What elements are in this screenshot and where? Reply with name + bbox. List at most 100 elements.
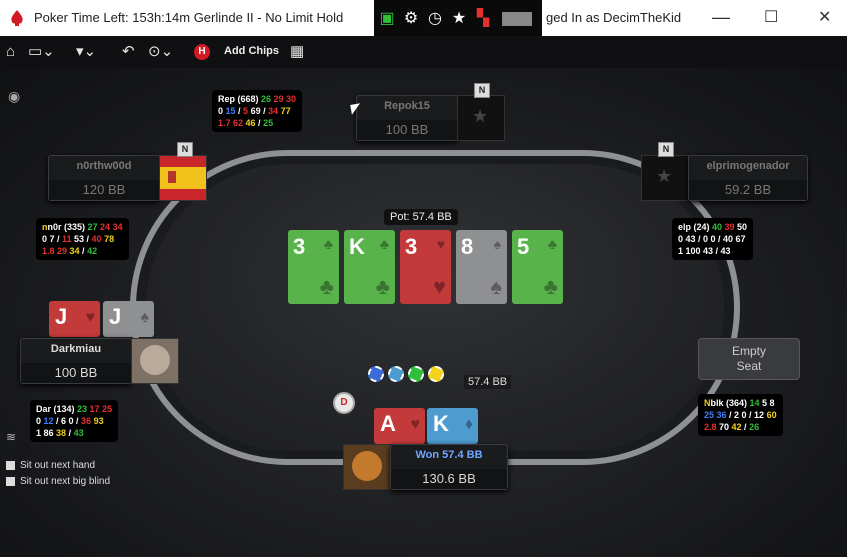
hud-stat: 1 86 — [36, 428, 57, 438]
hud-top[interactable]: Rep (668) 26 29 30 0 15 / 5 69 / 34 77 1… — [212, 90, 303, 132]
hud-stat: 27 — [87, 222, 101, 232]
lock-icon[interactable]: ▣ — [378, 10, 396, 28]
note-badge[interactable]: N — [658, 142, 674, 157]
maximize-button[interactable]: ☐ — [764, 7, 778, 27]
collapse-icon[interactable]: ≋ — [6, 430, 16, 444]
board-card: 8 ♠ ♠ — [456, 230, 507, 304]
note-badge[interactable]: N — [474, 83, 490, 98]
checkbox[interactable] — [6, 476, 15, 486]
hud-stat: 29 — [57, 246, 70, 256]
minimize-button[interactable]: — — [712, 7, 730, 28]
hud-stat: elp (24) — [678, 222, 713, 232]
star-avatar-icon: ★ — [656, 166, 673, 186]
chips-view-icon[interactable]: ▾⌄ — [76, 42, 96, 62]
hud-stat: 30 — [286, 94, 297, 104]
hud-stat: 25 — [263, 118, 274, 128]
hud-left-top[interactable]: nn0r (335) 27 24 34 0 7 / 11 53 / 40 78 … — [36, 218, 129, 260]
bet-chips — [368, 366, 458, 388]
hud-stat: 34 — [112, 222, 123, 232]
add-chips-button[interactable]: Add Chips — [224, 45, 279, 57]
hud-stat: 14 — [749, 398, 763, 408]
hud-stat: 42 — [87, 246, 98, 256]
hud-stat: 24 — [100, 222, 113, 232]
hud-stat: 40 — [91, 234, 105, 244]
hud-stat: 62 — [233, 118, 246, 128]
hole-card: J ♠ — [103, 301, 154, 337]
info-icon[interactable]: ◉ — [8, 88, 20, 105]
seat-right-top[interactable]: elprimogenador 59.2 BB — [688, 155, 808, 201]
checkbox[interactable] — [6, 460, 15, 470]
play-menu-icon[interactable]: ⊙⌄ — [148, 42, 173, 62]
hud-stat: 1 100 43 / 43 — [678, 246, 731, 256]
hero-card: A ♥ — [374, 408, 425, 444]
close-button[interactable]: ✕ — [818, 7, 831, 27]
hud-stat: 1.7 — [218, 118, 234, 128]
cashier-icon[interactable]: ▦ — [290, 42, 304, 62]
sit-out-next-bb[interactable]: Sit out next big blind — [6, 476, 110, 487]
hud-stat: 15 — [225, 106, 236, 116]
window-title-user: ged In as DecimTheKid — [546, 10, 682, 25]
hud-stat: 93 — [93, 416, 104, 426]
sit-out-next-hand[interactable]: Sit out next hand — [6, 460, 95, 471]
bet-amount: 57.4 BB — [464, 375, 512, 389]
dealer-button: D — [333, 392, 355, 414]
hud-stat: 26 — [749, 422, 760, 432]
mouse-cursor — [350, 103, 362, 115]
hud-right-top[interactable]: elp (24) 40 39 50 0 43 / 0 0 / 40 67 1 1… — [672, 218, 754, 260]
hud-stat: 40 — [712, 222, 725, 232]
hud-stat: / — [66, 428, 74, 438]
seat-left-mid[interactable]: Darkmiau 100 BB — [20, 338, 132, 384]
hud-stat: / — [79, 246, 88, 256]
window-title: Poker Time Left: 153h:14m Gerlinde II - … — [34, 10, 344, 25]
hole-card: J ♥ — [49, 301, 100, 337]
table-view-icon[interactable]: ▭⌄ — [28, 42, 55, 62]
star-icon[interactable]: ★ — [450, 10, 468, 28]
hud-stat: blk (364) — [710, 398, 750, 408]
hud-stat: 0 43 / 0 0 / 40 67 — [678, 234, 746, 244]
hud-stat: 0 — [218, 106, 226, 116]
hud-stat: / 6 0 / — [53, 416, 82, 426]
player-name: elprimogenador — [706, 160, 790, 172]
hud-stat: 25 — [102, 404, 113, 414]
hud-stat: 78 — [104, 234, 115, 244]
hud-stat: 69 / — [250, 106, 269, 116]
hud-stat: / — [255, 118, 264, 128]
hud-stat: 60 — [766, 410, 777, 420]
undo-icon[interactable]: ↶ — [122, 42, 135, 62]
hud-stat: 38 — [56, 428, 67, 438]
avatar-spain-flag — [159, 155, 207, 201]
seat-left-top[interactable]: n0rthw00d 120 BB — [48, 155, 160, 201]
hud-stat: / — [235, 106, 244, 116]
home-icon[interactable]: ⌂ — [6, 42, 15, 62]
player-stack: 120 BB — [49, 180, 159, 200]
pokerstars-logo-icon — [11, 10, 23, 26]
hud-stat: 17 — [89, 404, 103, 414]
note-badge[interactable]: N — [177, 142, 193, 157]
hud-stat: / — [741, 422, 750, 432]
player-name: Darkmiau — [50, 343, 102, 355]
seat-hero[interactable]: Won 57.4 BB 130.6 BB — [390, 444, 508, 490]
hud-stat: 29 — [273, 94, 287, 104]
clock-icon[interactable]: ◷ — [426, 10, 444, 28]
hud-left-bottom[interactable]: Dar (134) 23 17 25 0 12 / 6 0 / 36 93 1 … — [30, 400, 119, 442]
empty-seat-label: Seat — [736, 359, 762, 373]
gear-icon[interactable]: ⚙ — [402, 10, 420, 28]
seat-top[interactable]: Repok15 100 BB — [356, 95, 458, 141]
hud-right-bottom[interactable]: Nblk (364) 14 5 8 25 36 / 2 0 / 12 60 2.… — [698, 394, 783, 436]
player-stack: 130.6 BB — [391, 469, 507, 489]
hud-stat: 5 8 — [762, 398, 775, 408]
overlay-toolbar: ▣ ⚙ ◷ ★ ▚ — [374, 0, 542, 40]
hud-stat: 5 — [243, 106, 251, 116]
pot-label: Pot: 57.4 BB — [384, 209, 458, 225]
notification-badge[interactable]: H — [194, 44, 210, 60]
board-card: 3 ♣ ♣ — [288, 230, 339, 304]
player-name: Won 57.4 BB — [415, 449, 483, 461]
player-stack: 100 BB — [357, 120, 457, 140]
player-stack: 59.2 BB — [689, 180, 807, 200]
board-card: 5 ♣ ♣ — [512, 230, 563, 304]
empty-seat[interactable]: Empty Seat — [698, 338, 800, 380]
stats-icon[interactable]: ▚ — [474, 10, 492, 28]
player-name: Repok15 — [384, 100, 430, 112]
hud-panel-icon[interactable] — [502, 12, 532, 26]
board-card: K ♣ ♣ — [344, 230, 395, 304]
